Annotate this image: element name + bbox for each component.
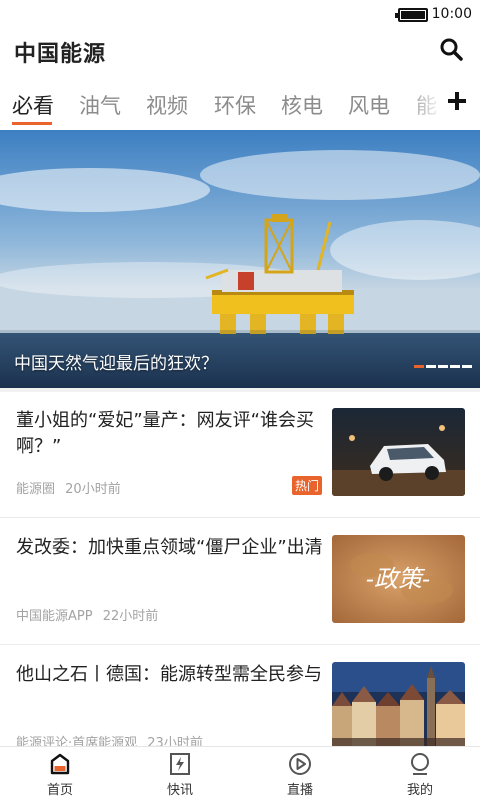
article-time: 22小时前 [102, 609, 159, 624]
nav-flash-news[interactable]: 快讯 [140, 751, 220, 798]
article-source: 中国能源APP [16, 609, 93, 624]
carousel-dot [438, 365, 448, 368]
article-title: 董小姐的“爱妃”量产：网友评“谁会买啊？” [16, 410, 314, 457]
profile-icon [411, 753, 429, 775]
article-item[interactable]: 发改委：加快重点领域“僵尸企业”出清 中国能源APP 22小时前 -政策- [0, 519, 480, 645]
policy-banner-image: -政策- [332, 535, 465, 623]
carousel-dot [462, 365, 472, 368]
bottom-navigation: 首页 快讯 直播 我的 [0, 746, 480, 800]
nav-home[interactable]: 首页 [20, 751, 100, 798]
battery-icon [395, 8, 428, 22]
policy-text: -政策- [366, 565, 430, 593]
live-play-icon [289, 753, 311, 775]
article-title: 他山之石丨德国：能源转型需全民参与 [16, 664, 322, 685]
german-town-photo [332, 662, 465, 750]
nav-profile-label: 我的 [406, 783, 433, 798]
carousel-dot [450, 365, 460, 368]
nav-live-label: 直播 [286, 783, 313, 798]
plus-icon[interactable] [442, 86, 472, 116]
article-title: 发改委：加快重点领域“僵尸企业”出清 [16, 537, 323, 558]
app-title: 中国能源 [14, 42, 107, 67]
tab-bikan[interactable]: 必看 [12, 90, 54, 120]
white-minivan-photo [332, 408, 465, 496]
article-source: 能源圈 [16, 482, 56, 497]
article-item[interactable]: 董小姐的“爱妃”量产：网友评“谁会买啊？” 能源圈 20小时前 热门 [0, 392, 480, 518]
carousel-dot [414, 365, 424, 368]
featured-banner[interactable]: 中国天然气迎最后的狂欢？ [0, 130, 480, 388]
banner-caption: 中国天然气迎最后的狂欢？ [14, 354, 218, 374]
nav-profile[interactable]: 我的 [380, 751, 460, 798]
tab-hedian[interactable]: 核电 [281, 90, 323, 120]
nav-home-label: 首页 [46, 783, 73, 798]
app-header: 中国能源 [0, 30, 480, 70]
search-icon[interactable] [438, 36, 464, 62]
nav-live[interactable]: 直播 [260, 751, 340, 798]
tab-fengdian[interactable]: 风电 [348, 90, 390, 120]
home-icon [50, 753, 70, 775]
tab-youqi[interactable]: 油气 [79, 90, 121, 120]
status-time: 10:00 [431, 6, 472, 22]
category-tabs: 必看 油气 视频 环保 核电 风电 能 [0, 80, 480, 126]
article-time: 20小时前 [65, 482, 121, 497]
tab-shipin[interactable]: 视频 [146, 90, 188, 120]
carousel-indicator [412, 353, 472, 372]
active-tab-indicator [12, 122, 52, 125]
status-bar: 10:00 [0, 0, 480, 30]
hot-badge: 热门 [292, 476, 323, 495]
article-meta: 能源圈 20小时前 [16, 478, 121, 497]
nav-flash-news-label: 快讯 [166, 783, 193, 798]
flash-news-icon [170, 753, 190, 775]
article-meta: 中国能源APP 22小时前 [16, 605, 158, 624]
tab-huanbao[interactable]: 环保 [214, 90, 256, 120]
carousel-dot [426, 365, 436, 368]
